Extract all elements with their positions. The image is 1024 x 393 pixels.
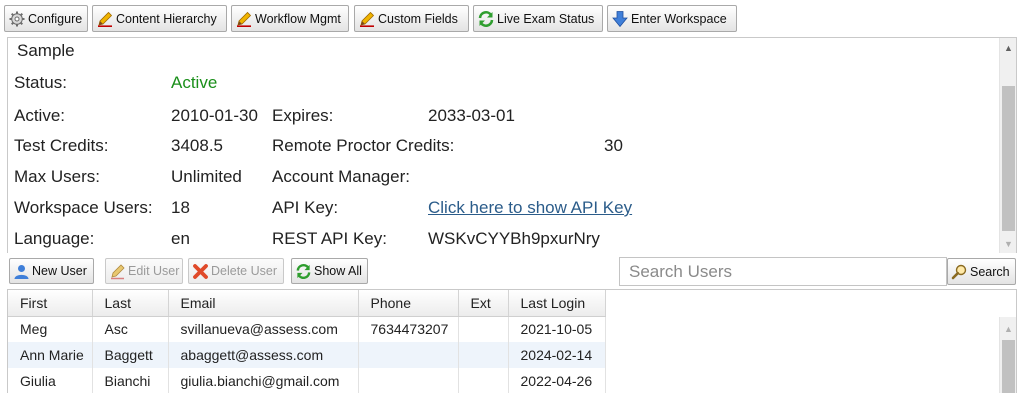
cell-phone bbox=[358, 368, 459, 393]
cell-first: Meg bbox=[8, 316, 93, 342]
cell-phone bbox=[358, 342, 459, 368]
column-header-ext[interactable]: Ext bbox=[458, 290, 509, 317]
cell-ext bbox=[458, 316, 509, 342]
gear-icon bbox=[9, 11, 25, 26]
show-all-label: Show All bbox=[314, 264, 362, 278]
status-value: Active bbox=[171, 73, 218, 92]
max-users-label: Max Users: bbox=[14, 167, 100, 186]
users-toolbar: New User Edit User Delete User Show All … bbox=[0, 253, 1024, 288]
refresh-icon bbox=[478, 10, 494, 27]
cell-last: Bianchi bbox=[92, 368, 169, 393]
cell-last-login: 2024-02-14 bbox=[508, 342, 606, 368]
show-all-button[interactable]: Show All bbox=[291, 258, 368, 284]
max-users-value: Unlimited bbox=[171, 167, 242, 186]
custom-fields-label: Custom Fields bbox=[378, 11, 458, 26]
cell-email: svillanueva@assess.com bbox=[168, 316, 359, 342]
edit-user-button[interactable]: Edit User bbox=[105, 258, 183, 284]
table-row[interactable]: Meg Asc svillanueva@assess.com 763447320… bbox=[8, 316, 606, 342]
cell-email: abaggett@assess.com bbox=[168, 342, 359, 368]
workflow-mgmt-label: Workflow Mgmt bbox=[255, 11, 341, 26]
column-header-last[interactable]: Last bbox=[92, 290, 169, 317]
grid-scrollbar[interactable]: ▲ bbox=[999, 317, 1016, 393]
cell-email: giulia.bianchi@gmail.com bbox=[168, 368, 359, 393]
cell-ext bbox=[458, 342, 509, 368]
language-value: en bbox=[171, 229, 190, 248]
language-label: Language: bbox=[14, 229, 95, 248]
account-manager-label: Account Manager: bbox=[272, 167, 410, 186]
magnifier-icon bbox=[951, 264, 967, 280]
column-header-last-login[interactable]: Last Login bbox=[508, 290, 606, 317]
search-users-input[interactable] bbox=[619, 257, 947, 286]
delete-x-icon bbox=[193, 263, 208, 279]
column-header-email[interactable]: Email bbox=[168, 290, 359, 317]
table-row[interactable]: Giulia Bianchi giulia.bianchi@gmail.com … bbox=[8, 368, 606, 393]
cell-last: Asc bbox=[92, 316, 169, 342]
rest-api-key-value: WSKvCYYBh9pxurNry bbox=[428, 229, 600, 248]
configure-button[interactable]: Configure bbox=[4, 5, 88, 32]
remote-proctor-credits-value: 30 bbox=[604, 136, 623, 155]
cell-phone: 7634473207 bbox=[358, 316, 459, 342]
pencil-icon bbox=[111, 263, 125, 279]
live-exam-status-button[interactable]: Live Exam Status bbox=[473, 5, 603, 32]
new-user-label: New User bbox=[32, 264, 87, 278]
cell-first: Giulia bbox=[8, 368, 93, 393]
grid-scrollbar-thumb[interactable] bbox=[1002, 340, 1015, 393]
cell-last: Baggett bbox=[92, 342, 169, 368]
pencil-icon bbox=[98, 11, 113, 27]
search-button-label: Search bbox=[970, 264, 1010, 279]
main-toolbar: Configure Content Hierarchy Workflow Mgm… bbox=[0, 0, 1024, 37]
edit-user-label: Edit User bbox=[128, 264, 180, 278]
status-label: Status: bbox=[14, 73, 67, 92]
custom-fields-button[interactable]: Custom Fields bbox=[354, 5, 469, 32]
enter-workspace-button[interactable]: Enter Workspace bbox=[607, 5, 737, 32]
arrow-down-icon bbox=[612, 10, 628, 27]
scrollbar-thumb[interactable] bbox=[1002, 86, 1015, 231]
active-label: Active: bbox=[14, 106, 66, 125]
new-user-button[interactable]: New User bbox=[9, 258, 94, 284]
delete-user-button[interactable]: Delete User bbox=[188, 258, 284, 284]
workspace-info-panel: Sample Status: Active Active: 2010-01-30… bbox=[7, 37, 1017, 253]
configure-label: Configure bbox=[28, 11, 83, 26]
column-header-first[interactable]: First bbox=[8, 290, 93, 317]
cell-first: Ann Marie bbox=[8, 342, 93, 368]
user-icon bbox=[14, 264, 29, 279]
remote-proctor-credits-label: Remote Proctor Credits: bbox=[272, 136, 455, 155]
content-hierarchy-button[interactable]: Content Hierarchy bbox=[92, 5, 227, 32]
scroll-down-arrow-icon[interactable]: ▼ bbox=[1000, 236, 1016, 252]
workflow-mgmt-button[interactable]: Workflow Mgmt bbox=[231, 5, 349, 32]
expires-label: Expires: bbox=[272, 106, 334, 125]
rest-api-key-label: REST API Key: bbox=[272, 229, 387, 248]
cell-ext bbox=[458, 368, 509, 393]
workspace-title: Sample bbox=[17, 41, 75, 60]
show-api-key-link[interactable]: Click here to show API Key bbox=[428, 198, 632, 218]
test-credits-value: 3408.5 bbox=[171, 136, 223, 155]
expires-date-value: 2033-03-01 bbox=[428, 106, 515, 125]
active-date-value: 2010-01-30 bbox=[171, 106, 258, 125]
refresh-icon bbox=[296, 263, 311, 279]
users-table: First Last Email Phone Ext Last Login Me… bbox=[8, 290, 606, 393]
cell-last-login: 2021-10-05 bbox=[508, 316, 606, 342]
table-row[interactable]: Ann Marie Baggett abaggett@assess.com 20… bbox=[8, 342, 606, 368]
content-hierarchy-label: Content Hierarchy bbox=[116, 11, 217, 26]
workspace-users-value: 18 bbox=[171, 198, 190, 217]
scroll-up-arrow-icon[interactable]: ▲ bbox=[1000, 40, 1016, 56]
pencil-icon bbox=[360, 11, 375, 27]
workspace-users-label: Workspace Users: bbox=[14, 198, 153, 217]
test-credits-label: Test Credits: bbox=[14, 136, 109, 155]
grid-scroll-up-arrow-icon[interactable]: ▲ bbox=[1000, 321, 1016, 337]
delete-user-label: Delete User bbox=[211, 264, 277, 278]
cell-last-login: 2022-04-26 bbox=[508, 368, 606, 393]
users-grid: First Last Email Phone Ext Last Login Me… bbox=[7, 289, 1017, 393]
enter-workspace-label: Enter Workspace bbox=[631, 11, 727, 26]
search-button[interactable]: Search bbox=[947, 258, 1016, 285]
column-header-phone[interactable]: Phone bbox=[358, 290, 459, 317]
info-panel-scrollbar[interactable]: ▲ ▼ bbox=[999, 38, 1016, 253]
api-key-label: API Key: bbox=[272, 198, 339, 217]
live-exam-status-label: Live Exam Status bbox=[497, 11, 595, 26]
grid-header-row: First Last Email Phone Ext Last Login bbox=[8, 290, 606, 317]
pencil-icon bbox=[237, 11, 252, 27]
